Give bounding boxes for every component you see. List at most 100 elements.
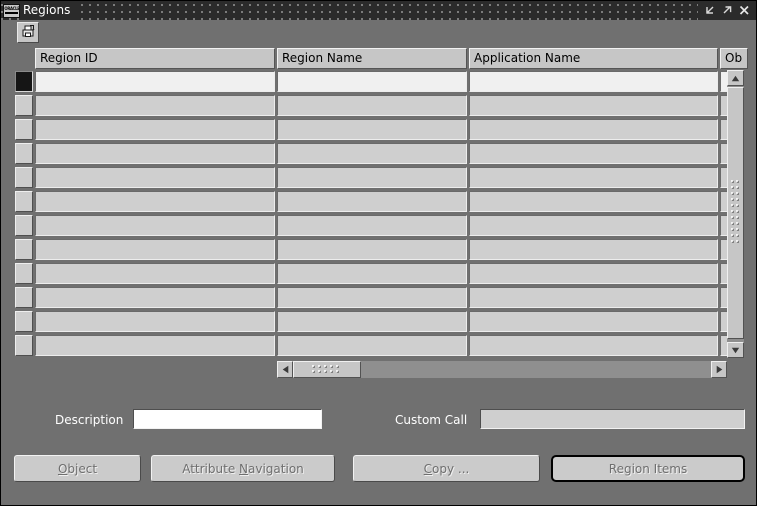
- table-row[interactable]: [15, 190, 744, 214]
- scroll-right-button[interactable]: [711, 361, 727, 378]
- table-row[interactable]: [15, 262, 744, 286]
- record-indicator[interactable]: [15, 191, 33, 212]
- vertical-scroll-track[interactable]: [727, 86, 744, 342]
- cell-application-name[interactable]: [469, 287, 718, 308]
- record-indicator[interactable]: [15, 95, 33, 116]
- column-header-region-name[interactable]: Region Name: [277, 48, 467, 69]
- detail-fields: Description Custom Call: [1, 409, 757, 431]
- print-button[interactable]: [17, 22, 39, 43]
- cell-region-id[interactable]: [35, 239, 275, 260]
- cell-region-id[interactable]: [35, 71, 275, 92]
- cell-region-id[interactable]: [35, 335, 275, 356]
- scroll-grip-icon: [312, 365, 342, 374]
- cell-region-id[interactable]: [35, 119, 275, 140]
- record-indicator[interactable]: [15, 311, 33, 332]
- cell-region-name[interactable]: [277, 95, 467, 116]
- cell-region-id[interactable]: [35, 311, 275, 332]
- cell-region-name[interactable]: [277, 71, 467, 92]
- cell-application-name[interactable]: [469, 119, 718, 140]
- copy-button[interactable]: Copy ...: [353, 455, 540, 482]
- cell-region-name[interactable]: [277, 287, 467, 308]
- attribute-navigation-button[interactable]: Attribute Navigation: [151, 455, 335, 482]
- cell-region-id[interactable]: [35, 167, 275, 188]
- horizontal-scroll-track[interactable]: [293, 361, 711, 378]
- table-row[interactable]: [15, 334, 744, 358]
- maximize-button[interactable]: [719, 2, 736, 19]
- grid-header-row: Region ID Region Name Application Name O…: [15, 48, 748, 69]
- cell-region-name[interactable]: [277, 311, 467, 332]
- toolbar: [2, 20, 755, 44]
- cell-application-name[interactable]: [469, 143, 718, 164]
- record-indicator[interactable]: [15, 239, 33, 260]
- record-indicator[interactable]: [15, 167, 33, 188]
- vertical-scroll-thumb[interactable]: [727, 87, 744, 339]
- column-header-region-id[interactable]: Region ID: [35, 48, 275, 69]
- table-row[interactable]: [15, 70, 744, 94]
- table-row[interactable]: [15, 286, 744, 310]
- scroll-grip-icon: [731, 180, 740, 246]
- custom-call-label: Custom Call: [395, 413, 468, 427]
- table-row[interactable]: [15, 238, 744, 262]
- cell-region-name[interactable]: [277, 191, 467, 212]
- record-indicator[interactable]: [15, 143, 33, 164]
- copy-button-label: Copy ...: [423, 461, 470, 476]
- record-indicator[interactable]: [15, 215, 33, 236]
- cell-region-id[interactable]: [35, 287, 275, 308]
- scroll-right-icon: [716, 363, 723, 377]
- table-row[interactable]: [15, 310, 744, 334]
- titlebar-drag-area[interactable]: [76, 1, 698, 20]
- table-row[interactable]: [15, 166, 744, 190]
- column-header-object[interactable]: Ob: [720, 48, 748, 69]
- scroll-up-button[interactable]: [727, 70, 744, 86]
- table-row[interactable]: [15, 142, 744, 166]
- table-row[interactable]: [15, 94, 744, 118]
- column-header-application-name[interactable]: Application Name: [469, 48, 718, 69]
- attribute-navigation-button-label: Attribute Navigation: [182, 461, 304, 476]
- cell-application-name[interactable]: [469, 335, 718, 356]
- cell-region-id[interactable]: [35, 215, 275, 236]
- region-items-button[interactable]: Region Items: [551, 455, 745, 482]
- cell-application-name[interactable]: [469, 263, 718, 284]
- description-input[interactable]: [133, 409, 322, 429]
- cell-region-name[interactable]: [277, 167, 467, 188]
- cell-application-name[interactable]: [469, 191, 718, 212]
- cell-region-name[interactable]: [277, 263, 467, 284]
- cell-application-name[interactable]: [469, 167, 718, 188]
- cell-region-name[interactable]: [277, 143, 467, 164]
- cell-region-id[interactable]: [35, 95, 275, 116]
- minimize-button[interactable]: [702, 2, 719, 19]
- scroll-up-icon: [731, 71, 740, 85]
- scroll-left-icon: [282, 363, 289, 377]
- record-indicator[interactable]: [15, 335, 33, 356]
- record-indicator[interactable]: [15, 119, 33, 140]
- cell-application-name[interactable]: [469, 239, 718, 260]
- record-indicator[interactable]: [15, 263, 33, 284]
- object-button[interactable]: Object: [14, 455, 141, 482]
- cell-application-name[interactable]: [469, 95, 718, 116]
- cell-application-name[interactable]: [469, 215, 718, 236]
- scroll-down-button[interactable]: [727, 342, 744, 358]
- cell-region-name[interactable]: [277, 215, 467, 236]
- custom-call-input[interactable]: [480, 409, 745, 429]
- grid-horizontal-scrollbar[interactable]: [277, 361, 727, 378]
- table-row[interactable]: [15, 214, 744, 238]
- grid-corner: [15, 48, 35, 69]
- grid-rows: [15, 70, 744, 358]
- record-indicator[interactable]: [15, 71, 33, 92]
- close-button[interactable]: [736, 2, 753, 19]
- cell-application-name[interactable]: [469, 71, 718, 92]
- cell-application-name[interactable]: [469, 311, 718, 332]
- cell-region-id[interactable]: [35, 263, 275, 284]
- cell-region-id[interactable]: [35, 191, 275, 212]
- cell-region-id[interactable]: [35, 143, 275, 164]
- horizontal-scroll-thumb[interactable]: [293, 361, 361, 378]
- scroll-left-button[interactable]: [277, 361, 293, 378]
- grid-vertical-scrollbar[interactable]: [727, 70, 744, 358]
- table-row[interactable]: [15, 118, 744, 142]
- regions-window: ORACLE Regions Region ID Region Name App…: [0, 0, 757, 506]
- record-indicator[interactable]: [15, 287, 33, 308]
- window-controls: [698, 1, 756, 20]
- cell-region-name[interactable]: [277, 119, 467, 140]
- cell-region-name[interactable]: [277, 239, 467, 260]
- cell-region-name[interactable]: [277, 335, 467, 356]
